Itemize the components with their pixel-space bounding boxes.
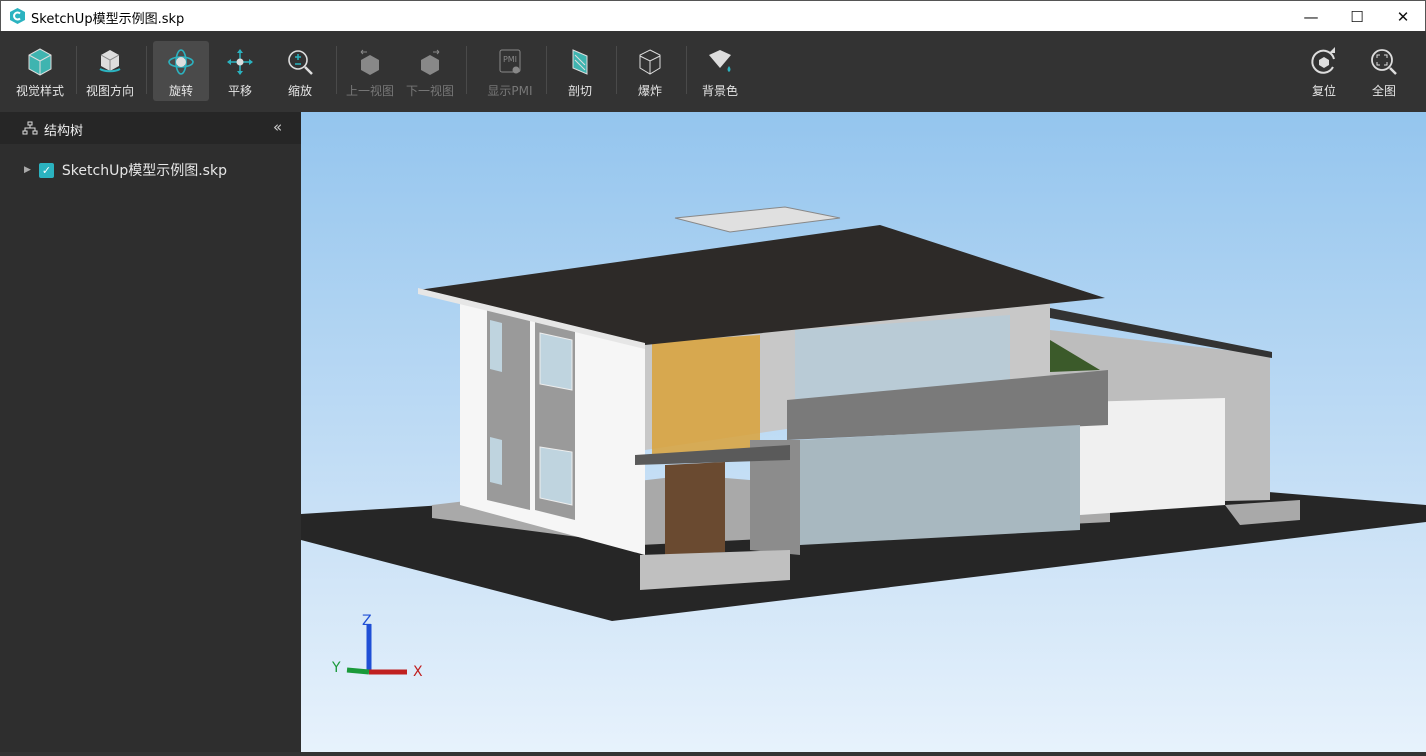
rotate-icon bbox=[168, 49, 194, 75]
zoom-icon bbox=[288, 50, 313, 75]
collapse-panel-button[interactable]: « bbox=[273, 118, 282, 136]
fit-all-icon bbox=[1371, 49, 1397, 75]
section-icon bbox=[572, 49, 588, 75]
reset-icon bbox=[1311, 47, 1335, 74]
previous-view-icon bbox=[360, 49, 379, 75]
fit-all-button[interactable]: 全图 bbox=[1356, 41, 1412, 101]
expand-arrow-icon[interactable]: ▶ bbox=[24, 165, 31, 175]
label: 平移 bbox=[227, 84, 252, 98]
label: 下一视图 bbox=[405, 84, 454, 98]
previous-view-button[interactable]: 上一视图 bbox=[342, 41, 398, 101]
pan-button[interactable]: 平移 bbox=[212, 41, 268, 101]
background-color-icon bbox=[709, 50, 731, 72]
background-color-button[interactable]: 背景色 bbox=[692, 41, 748, 101]
node-label: SketchUp模型示例图.skp bbox=[61, 163, 227, 179]
label: 复位 bbox=[1311, 84, 1336, 98]
close-button[interactable]: ✕ bbox=[1380, 1, 1426, 32]
tree-icon bbox=[22, 121, 38, 135]
minimize-button[interactable]: — bbox=[1288, 1, 1334, 32]
title-bar: SketchUp模型示例图.skp — ☐ ✕ bbox=[0, 0, 1426, 31]
visual-style-button[interactable]: 视觉样式 bbox=[12, 41, 68, 101]
label: 剖切 bbox=[567, 84, 592, 98]
label: 全图 bbox=[1371, 84, 1396, 98]
cube-style-icon bbox=[28, 48, 52, 76]
label: 爆炸 bbox=[637, 84, 662, 98]
label: 缩放 bbox=[287, 84, 312, 98]
view-orientation-icon bbox=[99, 50, 121, 73]
divider bbox=[616, 46, 617, 94]
x-axis-label: X bbox=[413, 664, 423, 680]
toolbar: 视觉样式 视图方向 旋转 平移 缩放 上一视图 下一视图 PMI 显示PMI 剖切… bbox=[0, 31, 1426, 112]
label: 背景色 bbox=[701, 84, 738, 98]
pan-icon bbox=[227, 49, 253, 75]
structure-tree-panel: 结构树 « ▶ ✓ SketchUp模型示例图.skp bbox=[0, 112, 301, 752]
next-view-button[interactable]: 下一视图 bbox=[402, 41, 458, 101]
explode-icon bbox=[639, 49, 661, 75]
house-model bbox=[301, 206, 1426, 621]
divider bbox=[466, 46, 467, 94]
zoom-button[interactable]: 缩放 bbox=[272, 41, 328, 101]
tree-node[interactable]: ▶ ✓ SketchUp模型示例图.skp bbox=[24, 160, 227, 180]
next-view-icon bbox=[421, 49, 440, 75]
3d-viewport[interactable]: Z X Y bbox=[301, 112, 1426, 752]
z-axis-label: Z bbox=[362, 613, 372, 629]
label: 旋转 bbox=[168, 84, 193, 98]
label: 视觉样式 bbox=[15, 84, 64, 98]
reset-button[interactable]: 复位 bbox=[1296, 41, 1352, 101]
divider bbox=[686, 46, 687, 94]
label: 显示PMI bbox=[487, 84, 533, 98]
section-button[interactable]: 剖切 bbox=[552, 41, 608, 101]
divider bbox=[546, 46, 547, 94]
maximize-button[interactable]: ☐ bbox=[1334, 1, 1380, 32]
divider bbox=[146, 46, 147, 94]
label: 视图方向 bbox=[85, 84, 134, 98]
pmi-icon: PMI bbox=[499, 49, 521, 74]
node-checkbox[interactable]: ✓ bbox=[38, 162, 54, 178]
panel-title: 结构树 bbox=[44, 124, 84, 139]
show-pmi-button[interactable]: PMI 显示PMI bbox=[482, 41, 538, 101]
window-title: SketchUp模型示例图.skp bbox=[31, 12, 185, 27]
divider bbox=[76, 46, 77, 94]
rotate-button[interactable]: 旋转 bbox=[153, 41, 209, 101]
view-orientation-button[interactable]: 视图方向 bbox=[82, 41, 138, 101]
panel-header: 结构树 « bbox=[0, 112, 301, 144]
app-logo-icon bbox=[10, 8, 25, 24]
pmi-text: PMI bbox=[503, 55, 517, 64]
divider bbox=[336, 46, 337, 94]
axis-triad: Z X Y bbox=[331, 613, 423, 680]
label: 上一视图 bbox=[345, 84, 394, 98]
explode-button[interactable]: 爆炸 bbox=[622, 41, 678, 101]
y-axis-label: Y bbox=[331, 660, 341, 676]
